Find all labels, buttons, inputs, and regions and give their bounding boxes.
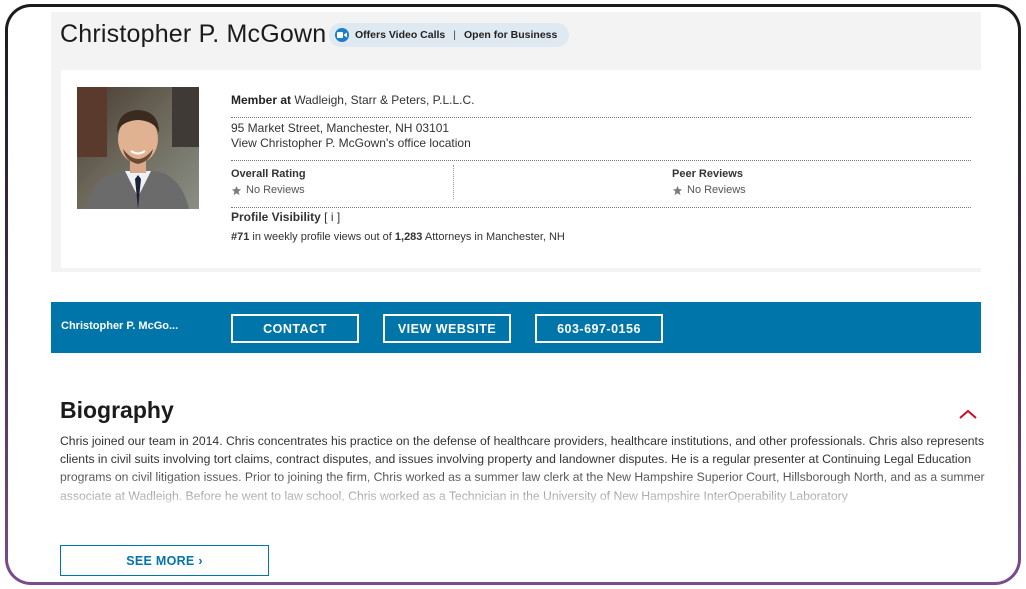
star-icon xyxy=(231,185,242,195)
badge-separator: | xyxy=(453,29,456,41)
divider xyxy=(231,117,971,118)
see-more-button[interactable]: SEE MORE › xyxy=(60,545,269,576)
chevron-up-icon[interactable] xyxy=(958,408,978,420)
overall-rating-label: Overall Rating xyxy=(231,168,306,180)
profile-card: Member at Wadleigh, Starr & Peters, P.L.… xyxy=(61,70,981,268)
view-website-button[interactable]: VIEW WEBSITE xyxy=(383,314,511,343)
phone-button[interactable]: 603-697-0156 xyxy=(535,314,663,343)
open-business-badge: Open for Business xyxy=(464,29,558,41)
office-location-link[interactable]: View Christopher P. McGown's office loca… xyxy=(231,136,471,150)
profile-visibility-stats: #71 in weekly profile views out of 1,283… xyxy=(231,231,565,243)
biography-title: Biography xyxy=(60,397,174,423)
office-address: 95 Market Street, Manchester, NH 03101 xyxy=(231,121,450,135)
contact-button[interactable]: CONTACT xyxy=(231,314,359,343)
status-pill: Offers Video Calls | Open for Business xyxy=(329,23,570,47)
rank-location: Attorneys in Manchester, NH xyxy=(424,231,565,243)
visibility-info-icon[interactable]: [ i ] xyxy=(324,210,340,224)
star-icon xyxy=(672,185,683,195)
member-label: Member at xyxy=(231,93,292,107)
rank-text: in weekly profile views out of xyxy=(252,231,392,243)
overall-rating-value: No Reviews xyxy=(231,184,305,196)
divider xyxy=(231,160,971,161)
peer-reviews-label: Peer Reviews xyxy=(672,168,743,180)
biography-fade xyxy=(48,469,998,529)
attorney-photo xyxy=(77,87,199,209)
browser-frame: Christopher P. McGown Offers Video Calls… xyxy=(5,4,1021,585)
action-bar-name: Christopher P. McGo... xyxy=(61,320,179,332)
video-calls-badge: Offers Video Calls xyxy=(355,29,446,41)
membership: Member at Wadleigh, Starr & Peters, P.L.… xyxy=(231,93,474,107)
firm-name[interactable]: Wadleigh, Starr & Peters, P.L.L.C. xyxy=(294,93,474,107)
rating-divider xyxy=(453,165,454,199)
divider xyxy=(231,207,971,208)
visibility-title: Profile Visibility xyxy=(231,210,321,224)
peer-reviews-text: No Reviews xyxy=(687,184,746,196)
video-camera-icon xyxy=(335,28,349,42)
overall-rating-text: No Reviews xyxy=(246,184,305,196)
total-attorneys: 1,283 xyxy=(394,231,423,243)
action-bar: Christopher P. McGo... CONTACT VIEW WEBS… xyxy=(51,302,981,353)
profile-visibility-label: Profile Visibility [ i ] xyxy=(231,210,340,224)
peer-reviews-value: No Reviews xyxy=(672,184,746,196)
rank-value: #71 xyxy=(231,231,250,243)
page-title: Christopher P. McGown xyxy=(60,20,327,48)
